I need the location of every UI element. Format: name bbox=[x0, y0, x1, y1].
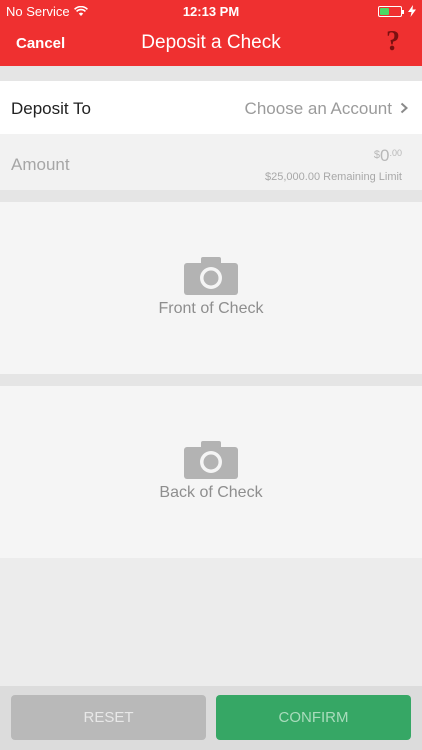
remaining-limit: $25,000.00 Remaining Limit bbox=[265, 171, 402, 183]
battery-icon bbox=[378, 5, 404, 17]
help-button[interactable]: ? bbox=[386, 26, 400, 58]
deposit-to-row[interactable]: Deposit To Choose an Account bbox=[0, 81, 422, 134]
battery-fill bbox=[380, 7, 389, 15]
page-title: Deposit a Check bbox=[141, 32, 281, 53]
status-bar: No Service 12:13 PM bbox=[0, 0, 422, 22]
reset-button[interactable]: RESET bbox=[11, 695, 206, 740]
confirm-button[interactable]: CONFIRM bbox=[216, 695, 411, 740]
amount-value: $ 0 .00 bbox=[374, 146, 402, 166]
status-right bbox=[378, 5, 416, 17]
back-of-check-card[interactable]: Back of Check bbox=[0, 386, 422, 558]
deposit-to-value: Choose an Account bbox=[244, 99, 392, 118]
camera-icon bbox=[184, 441, 238, 479]
section-gap bbox=[0, 66, 422, 81]
section-gap bbox=[0, 374, 422, 386]
nav-bar: Cancel Deposit a Check ? bbox=[0, 22, 422, 66]
app-header: No Service 12:13 PM Cancel Deposit a Che… bbox=[0, 0, 422, 66]
footer-bar: RESET CONFIRM bbox=[0, 686, 422, 750]
amount-label: Amount bbox=[11, 155, 70, 174]
amount-cents: .00 bbox=[389, 148, 402, 158]
back-of-check-label: Back of Check bbox=[159, 484, 263, 501]
amount-row[interactable]: Amount $ 0 .00 $25,000.00 Remaining Limi… bbox=[0, 134, 422, 190]
section-gap bbox=[0, 190, 422, 202]
amount-whole: 0 bbox=[380, 146, 390, 165]
front-of-check-card[interactable]: Front of Check bbox=[0, 202, 422, 374]
front-of-check-label: Front of Check bbox=[158, 300, 264, 317]
bolt-icon bbox=[408, 5, 416, 17]
status-time: 12:13 PM bbox=[182, 4, 240, 19]
chevron-right-icon bbox=[400, 102, 408, 114]
deposit-to-label: Deposit To bbox=[11, 99, 92, 118]
camera-icon bbox=[184, 257, 238, 295]
